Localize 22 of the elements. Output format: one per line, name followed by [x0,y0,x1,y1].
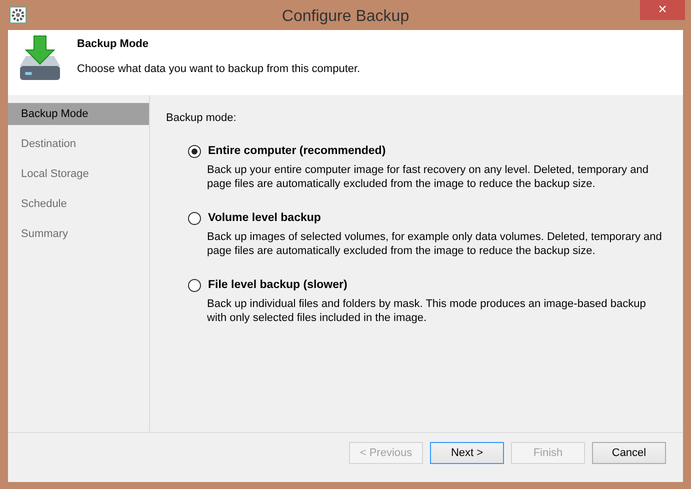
radio-button[interactable] [188,212,201,225]
window-title: Configure Backup [282,7,410,27]
option-description: Back up your entire computer image for fast recovery on any level. Deleted, temporary and page files are automatically excluded from the image to reduce the backup size. [207,162,650,191]
dialog-button[interactable]: Cancel [592,442,666,464]
option-description: Back up individual files and folders by mask. This mode produces an image-based backup with only selected files included in the image. [207,297,647,326]
option-label: File level backup (slower) [208,278,348,293]
radio-button[interactable] [188,279,201,292]
header-title: Backup Mode [77,37,150,52]
dialog-button[interactable]: Next > [430,442,504,464]
option-label: Volume level backup [208,210,321,226]
option-description: Back up images of selected volumes, for example only data volumes. Deleted, temporary and page files are automatically excluded from the image to reduce the backup size. [207,230,663,258]
section-label: Backup mode: [166,111,238,126]
sidebar-item[interactable]: Backup Mode [8,103,149,125]
radio-button[interactable] [188,144,201,158]
sidebar-item[interactable]: Destination [8,133,149,155]
option-label: Entire computer (recommended) [208,144,386,158]
close-button[interactable]: × [640,0,685,20]
header-subtitle: Choose what data you want to backup from this computer. [77,62,360,76]
sidebar-item[interactable]: Local Storage [8,163,149,185]
app-icon [9,6,27,24]
sidebar-item[interactable]: Schedule [8,193,149,215]
sidebar-item[interactable]: Summary [8,223,149,245]
